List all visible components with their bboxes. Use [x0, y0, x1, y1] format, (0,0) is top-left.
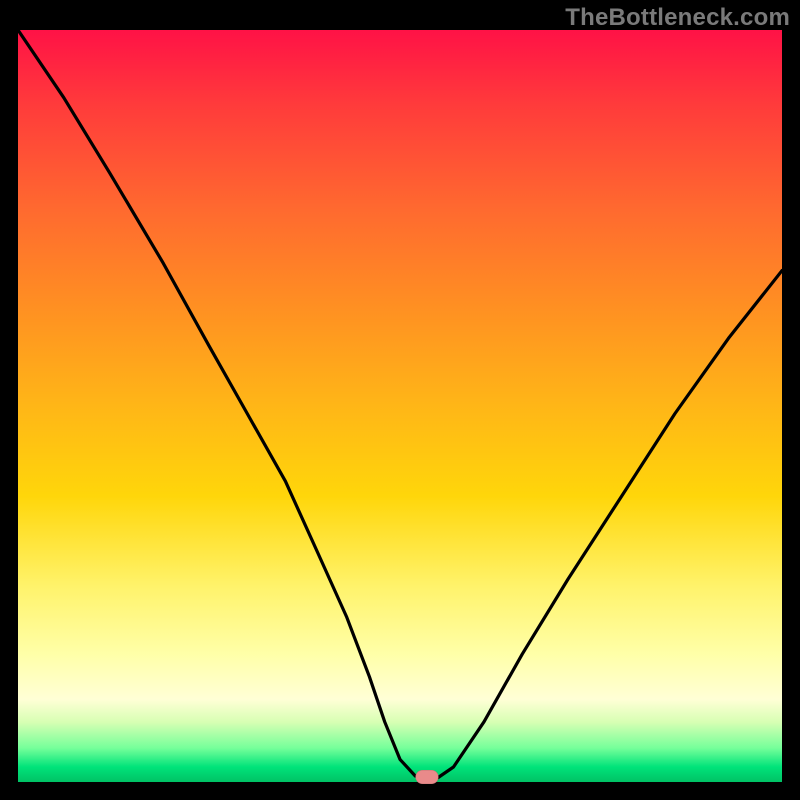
watermark-text: TheBottleneck.com [565, 4, 790, 32]
bottleneck-curve-path [18, 30, 782, 778]
plot-area [18, 30, 782, 782]
chart-frame: TheBottleneck.com [0, 0, 800, 800]
curve-svg [18, 30, 782, 782]
minimum-marker [415, 770, 438, 784]
